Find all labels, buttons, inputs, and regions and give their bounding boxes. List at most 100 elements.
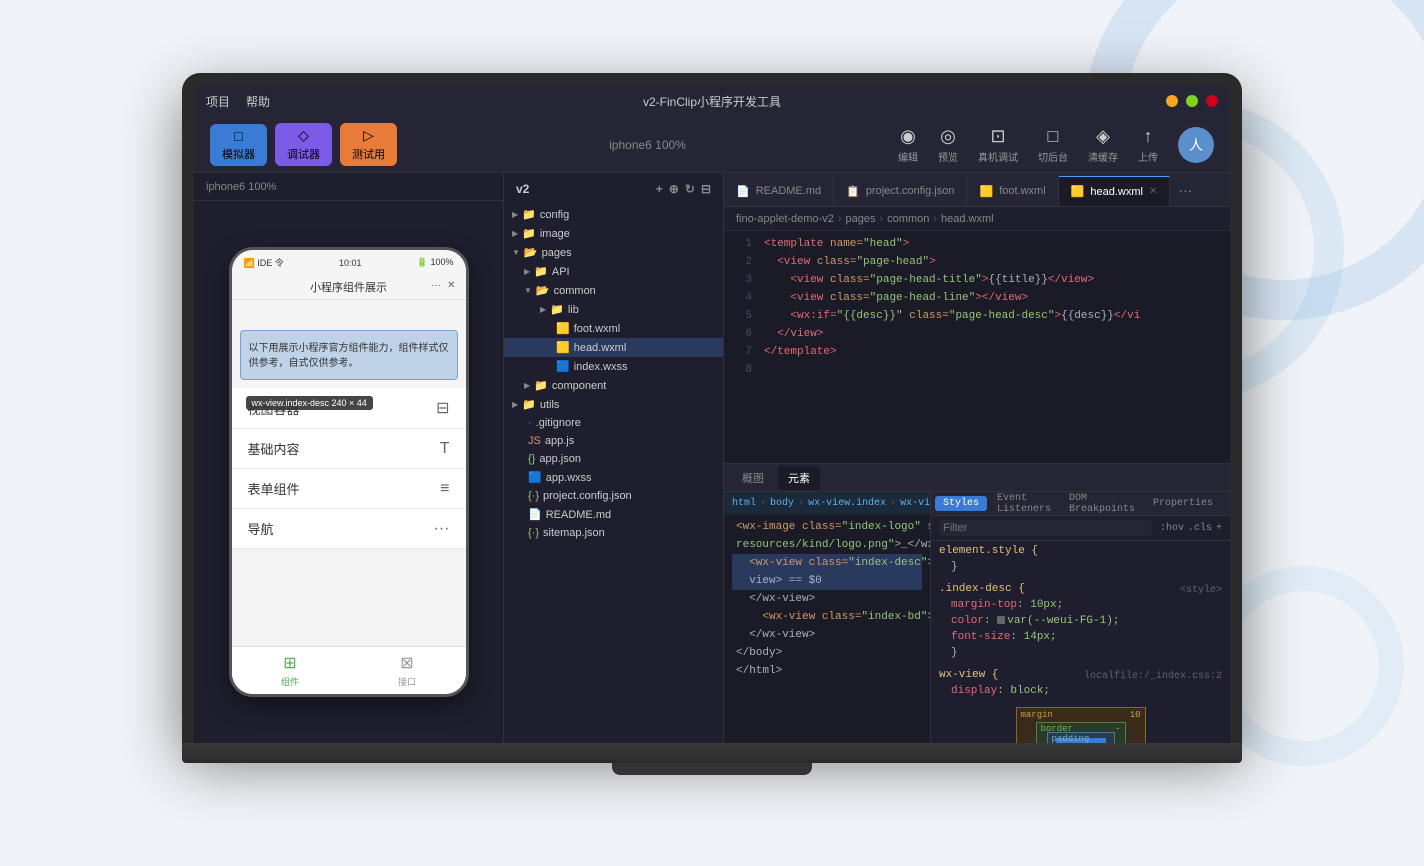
- tab-bar: 📄 README.md 📋 project.config.json 🟨 foot…: [724, 173, 1230, 207]
- tab-head-wxml[interactable]: 🟨 head.wxml ✕: [1059, 176, 1171, 206]
- mode-simulator-button[interactable]: □ 模拟器: [210, 124, 267, 166]
- maximize-button[interactable]: [1186, 95, 1198, 107]
- tree-label-app-wxss: app.wxss: [546, 472, 592, 484]
- tree-label-pages: pages: [542, 247, 572, 259]
- dom-line-7: </wx-view>: [732, 626, 922, 644]
- tree-folder-api[interactable]: ▶ 📁 API: [504, 262, 723, 281]
- signal-icon: 📶 IDE 令: [244, 256, 284, 269]
- path-html[interactable]: html: [732, 498, 756, 509]
- menu-project[interactable]: 项目: [206, 93, 230, 110]
- action-background[interactable]: □ 切后台: [1038, 126, 1068, 164]
- style-prop-margin: margin-top: 10px;: [939, 597, 1222, 613]
- style-tab-accessibility[interactable]: Accessibility: [1223, 496, 1230, 511]
- menu-icon-1: ⊟: [436, 398, 449, 418]
- style-tab-styles[interactable]: Styles: [935, 496, 987, 511]
- refresh-icon[interactable]: ↻: [685, 182, 695, 196]
- screen-frame: 项目 帮助 v2-FinClip小程序开发工具 □: [182, 73, 1242, 743]
- devtools-tab-elements[interactable]: 元素: [778, 466, 820, 490]
- tree-file-project-config[interactable]: {·} project.config.json: [504, 487, 723, 505]
- arrow-config: ▶: [512, 210, 518, 219]
- nav-components[interactable]: ⊞ 组件: [232, 647, 349, 694]
- arrow-lib: ▶: [540, 305, 546, 314]
- menu-item-3[interactable]: 表单组件 ≡: [232, 469, 466, 509]
- style-source-1: <style>: [1180, 585, 1222, 596]
- tree-file-readme[interactable]: 📄 README.md: [504, 505, 723, 524]
- mode-debug-button[interactable]: ◇ 调试器: [275, 123, 332, 166]
- code-editor[interactable]: 1 <template name="head"> 2 <view class="…: [724, 231, 1230, 463]
- tab-project-config[interactable]: 📋 project.config.json: [834, 176, 967, 206]
- action-upload[interactable]: ↑ 上传: [1138, 126, 1158, 164]
- title-bar-left: 项目 帮助: [206, 93, 270, 110]
- tree-folder-utils[interactable]: ▶ 📁 utils: [504, 395, 723, 414]
- menu-item-2[interactable]: 基础内容 T: [232, 429, 466, 469]
- close-button[interactable]: [1206, 95, 1218, 107]
- style-prop-color: color: var(--weui-FG-1);: [939, 613, 1222, 629]
- tab-readme[interactable]: 📄 README.md: [724, 176, 834, 206]
- tree-file-sitemap[interactable]: {·} sitemap.json: [504, 524, 723, 542]
- tree-folder-lib[interactable]: ▶ 📁 lib: [504, 300, 723, 319]
- tree-label-app-js: app.js: [545, 435, 574, 447]
- tree-folder-image[interactable]: ▶ 📁 image: [504, 224, 723, 243]
- menu-item-4[interactable]: 导航 ···: [232, 509, 466, 549]
- collapse-icon[interactable]: ⊟: [701, 182, 711, 196]
- mode-test-button[interactable]: ▷ 测试用: [340, 123, 397, 166]
- filter-add-btn[interactable]: +: [1216, 523, 1222, 534]
- folder-icon-image: 📁: [522, 227, 536, 240]
- folder-icon-utils: 📁: [522, 398, 536, 411]
- tree-label-gitignore: .gitignore: [536, 417, 581, 429]
- tree-file-gitignore[interactable]: · .gitignore: [504, 414, 723, 432]
- tab-foot-wxml[interactable]: 🟨 foot.wxml: [967, 176, 1058, 206]
- tree-file-app-wxss[interactable]: 🟦 app.wxss: [504, 468, 723, 487]
- dom-line-2: resources/kind/logo.png">_</wx-image>: [732, 536, 922, 554]
- tab-head-icon: 🟨: [1071, 185, 1085, 198]
- action-real-debug[interactable]: ⊡ 真机调试: [978, 126, 1018, 164]
- tree-folder-config[interactable]: ▶ 📁 config: [504, 205, 723, 224]
- tree-folder-pages[interactable]: ▼ 📂 pages: [504, 243, 723, 262]
- user-avatar[interactable]: 人: [1178, 127, 1214, 163]
- tree-file-app-json[interactable]: {} app.json: [504, 450, 723, 468]
- border-value: -: [1115, 724, 1120, 734]
- simulator-label: 模拟器: [222, 146, 255, 162]
- code-line-1: 1 <template name="head">: [724, 235, 1230, 253]
- style-tab-events[interactable]: Event Listeners: [989, 492, 1059, 517]
- real-debug-label: 真机调试: [978, 149, 1018, 164]
- tree-file-foot-wxml[interactable]: 🟨 foot.wxml: [504, 319, 723, 338]
- action-clear-cache[interactable]: ◈ 清缓存: [1088, 126, 1118, 164]
- tab-head-close[interactable]: ✕: [1149, 186, 1157, 197]
- tree-file-app-js[interactable]: JS app.js: [504, 432, 723, 450]
- style-tab-dom-breakpoints[interactable]: DOM Breakpoints: [1061, 492, 1143, 517]
- new-folder-icon[interactable]: ⊕: [669, 182, 679, 196]
- simulator-icon: □: [234, 128, 242, 144]
- laptop: 项目 帮助 v2-FinClip小程序开发工具 □: [182, 73, 1242, 793]
- styles-filter-input[interactable]: [939, 520, 1152, 536]
- path-wx-view-hd[interactable]: wx-view.index-hd: [900, 498, 930, 509]
- tree-folder-common[interactable]: ▼ 📂 common: [504, 281, 723, 300]
- file-icon-sitemap: {·}: [528, 527, 539, 539]
- devtools-tab-overview[interactable]: 概图: [732, 466, 774, 490]
- nav-api[interactable]: ⊠ 接口: [349, 647, 466, 694]
- new-file-icon[interactable]: +: [656, 182, 663, 196]
- path-wx-view-index[interactable]: wx-view.index: [808, 498, 886, 509]
- action-edit[interactable]: ◉ 编辑: [898, 126, 918, 164]
- style-source-2[interactable]: localfile:/_index.css:2: [1084, 671, 1222, 682]
- tree-file-index-wxss[interactable]: 🟦 index.wxss: [504, 357, 723, 376]
- simulator-panel: iphone6 100% 📶 IDE 令 10:01 🔋 100%: [194, 173, 504, 743]
- tree-label-app-json: app.json: [539, 453, 581, 465]
- filter-cls-btn[interactable]: .cls: [1188, 523, 1212, 534]
- filter-hover-btn[interactable]: :hov: [1160, 523, 1184, 534]
- tab-more-button[interactable]: ···: [1170, 182, 1200, 198]
- action-preview[interactable]: ◎ 预览: [938, 126, 958, 164]
- element-path-tabs: html › body › wx-view.index › wx-view.in…: [724, 492, 930, 514]
- style-tab-properties[interactable]: Properties: [1145, 496, 1221, 511]
- tab-readme-label: README.md: [756, 185, 821, 197]
- tree-label-index-wxss: index.wxss: [574, 361, 628, 373]
- tree-file-head-wxml[interactable]: 🟨 head.wxml: [504, 338, 723, 357]
- style-block-index-desc: .index-desc { <style> margin-top: 10px; …: [939, 583, 1222, 661]
- dom-tree-area[interactable]: html › body › wx-view.index › wx-view.in…: [724, 492, 930, 743]
- tree-folder-component[interactable]: ▶ 📁 component: [504, 376, 723, 395]
- menu-help[interactable]: 帮助: [246, 93, 270, 110]
- path-body[interactable]: body: [770, 498, 794, 509]
- minimize-button[interactable]: [1166, 95, 1178, 107]
- tree-label-common: common: [554, 285, 596, 297]
- dom-line-3: <wx-view class="index-desc">以下用来展示小程序官方组…: [732, 554, 922, 572]
